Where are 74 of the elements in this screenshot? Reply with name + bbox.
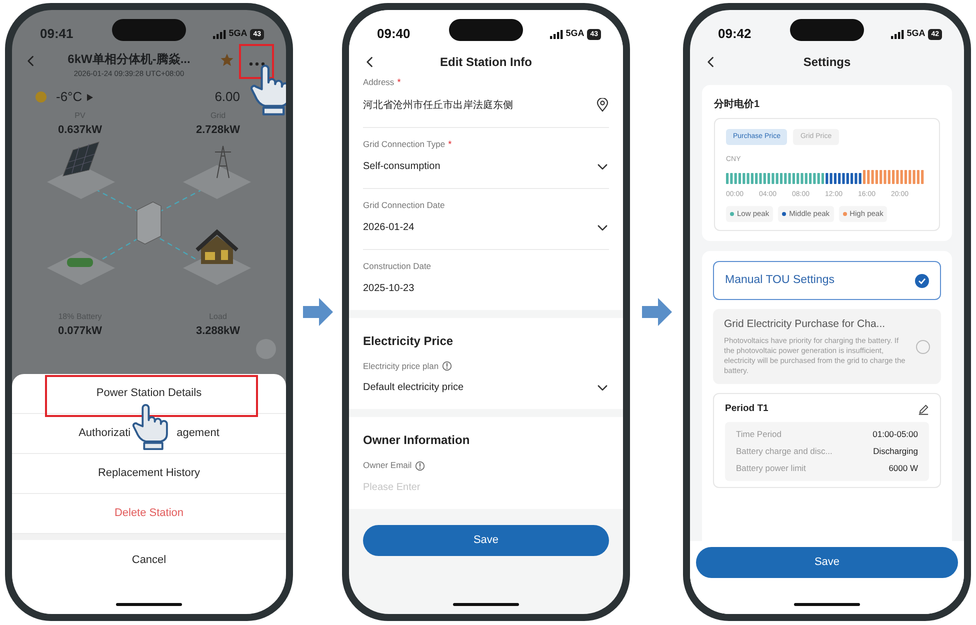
period-title: Period T1 <box>725 402 768 416</box>
field-label: Grid Connection Type <box>363 138 446 151</box>
menu-item[interactable]: Replacement History <box>12 454 286 494</box>
signal-icon <box>550 30 563 38</box>
required-mark: * <box>397 76 401 89</box>
network-label: 5GA <box>228 27 248 40</box>
pointing-hand-icon <box>250 62 286 118</box>
detail-label: Time Period <box>736 428 782 442</box>
info-icon[interactable] <box>414 460 425 471</box>
field-label: Construction Date <box>363 260 432 272</box>
status-time: 09:41 <box>40 25 74 44</box>
edit-icon[interactable] <box>918 404 929 415</box>
radio-indicator[interactable] <box>916 340 930 354</box>
field-value[interactable]: 2026-01-24 <box>363 220 414 235</box>
page-title: Edit Station Info <box>439 54 533 71</box>
cancel-button[interactable]: Cancel <box>12 540 286 580</box>
menu-item-label: Replacement History <box>98 466 200 482</box>
input-field[interactable]: Please Enter <box>363 480 609 495</box>
power-value: 6.00 <box>214 88 240 106</box>
status-time: 09:40 <box>377 25 410 44</box>
section-title: Electricity Price <box>363 332 454 350</box>
signal-icon <box>212 30 226 38</box>
field-value[interactable]: 河北省沧州市任丘市出岸法庭东侧 <box>363 98 513 112</box>
network-label: 5GA <box>906 27 926 40</box>
menu-item-label: Power Station Details <box>96 386 202 402</box>
field-value[interactable]: Default electricity price <box>363 380 464 396</box>
section-title: Owner Information <box>363 432 471 450</box>
flow-value: 0.637kW <box>58 123 102 138</box>
star-icon[interactable] <box>220 53 234 67</box>
status-time: 09:42 <box>718 25 752 44</box>
flow-value: 3.288kW <box>196 324 240 338</box>
field-label: Owner Email <box>363 459 412 472</box>
detail-value: 6000 W <box>888 462 918 476</box>
field-label: Address <box>363 76 394 90</box>
right-arrow-icon <box>642 298 672 326</box>
temperature: -6°C <box>56 88 82 106</box>
mode-title: Grid Electricity Purchase for Cha... <box>724 317 886 332</box>
field-value[interactable]: Self-consumption <box>363 159 440 174</box>
signal-icon <box>890 30 904 38</box>
flow-value: 2.728kW <box>196 123 240 138</box>
save-button[interactable]: Save <box>363 525 609 556</box>
mode-option[interactable] <box>713 309 941 384</box>
radio-indicator[interactable] <box>915 274 929 288</box>
menu-item-label: Delete Station <box>114 506 184 522</box>
detail-label: Battery power limit <box>736 462 806 476</box>
field-label: Grid Connection Date <box>363 199 445 212</box>
required-mark: * <box>448 138 452 150</box>
home-indicator <box>116 603 182 606</box>
menu-item[interactable]: Power Station Details <box>12 374 286 414</box>
detail-value: 01:00-05:00 <box>872 428 918 442</box>
pointing-hand-icon <box>132 402 170 452</box>
more-icon[interactable] <box>249 62 265 66</box>
info-icon[interactable] <box>442 360 452 371</box>
flow-value: 0.077kW <box>58 324 102 338</box>
field-label: Electricity price plan <box>363 360 439 372</box>
page-title: Settings <box>802 54 852 71</box>
right-arrow-icon <box>302 298 332 326</box>
check-icon <box>918 276 926 285</box>
menu-item-label: agement <box>176 426 220 442</box>
home-indicator <box>453 603 519 606</box>
mode-option[interactable]: Manual TOU Settings <box>713 261 941 300</box>
field-value: 2025-10-23 <box>363 282 414 296</box>
sun-icon <box>34 90 48 104</box>
network-label: 5GA <box>566 27 584 40</box>
menu-item-label: Authorizati <box>78 426 131 442</box>
detail-label: Battery charge and disc... <box>736 445 832 458</box>
home-indicator <box>794 603 860 606</box>
card-title: 分时电价1 <box>714 98 761 112</box>
location-pin-icon[interactable] <box>596 98 609 112</box>
play-icon[interactable] <box>87 94 94 100</box>
mode-title: Manual TOU Settings <box>725 273 836 288</box>
detail-value: Discharging <box>873 445 918 458</box>
station-title: 6kW单相分体机-腾焱... <box>68 51 190 68</box>
save-button[interactable]: Save <box>696 547 958 578</box>
